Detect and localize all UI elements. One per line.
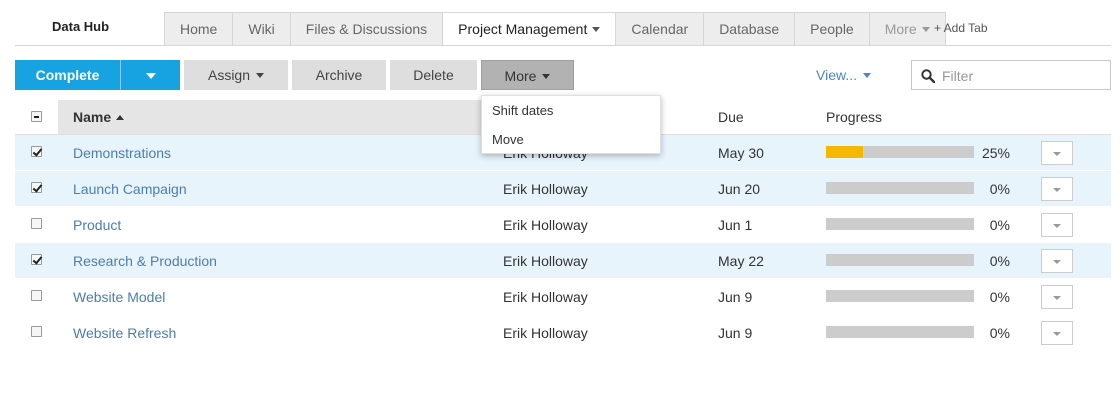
filter-input[interactable]: [942, 67, 1102, 85]
caret-down-icon: [592, 27, 601, 32]
progress-percent: 0%: [989, 253, 1010, 269]
caret-down-icon: [145, 73, 156, 79]
tab-label: People: [810, 21, 854, 37]
tab-label: Calendar: [631, 21, 689, 37]
filter-box: [911, 60, 1111, 90]
due-date: Jun 20: [718, 181, 761, 197]
row-menu-button[interactable]: [1041, 213, 1073, 237]
table-row: Website Model Erik Holloway Jun 9 0%: [15, 279, 1111, 315]
delete-button[interactable]: Delete: [390, 60, 477, 90]
row-checkbox[interactable]: [31, 218, 42, 229]
task-name-link[interactable]: Website Model: [73, 289, 165, 305]
progress-bar: [826, 182, 974, 194]
name-column-header[interactable]: Name: [73, 109, 125, 125]
task-name-link[interactable]: Launch Campaign: [73, 181, 187, 197]
progress-bar: [826, 290, 974, 302]
caret-down-icon: [256, 73, 265, 78]
progress-percent: 0%: [989, 289, 1010, 305]
caret-down-icon: [863, 73, 871, 78]
archive-button[interactable]: Archive: [292, 60, 386, 90]
tab-label: Files & Discussions: [305, 21, 428, 37]
due-date: May 30: [718, 145, 764, 161]
task-name-link[interactable]: Website Refresh: [73, 325, 176, 341]
table-row: Product Erik Holloway Jun 1 0%: [15, 207, 1111, 243]
tab-label: Home: [180, 21, 218, 37]
header: Data Hub Home Wiki Files & Discussions P…: [0, 0, 1120, 47]
progress-bar: [826, 146, 974, 158]
progress-percent: 0%: [989, 217, 1010, 233]
owner: Erik Holloway: [503, 181, 588, 197]
tab-home[interactable]: Home: [164, 12, 233, 46]
progress-bar: [826, 254, 974, 266]
assign-button[interactable]: Assign: [184, 60, 288, 90]
tab-database[interactable]: Database: [703, 12, 795, 46]
view-label: View...: [816, 67, 857, 83]
progress-percent: 0%: [989, 181, 1010, 197]
due-column-header[interactable]: Due: [718, 109, 744, 125]
tab-files-discussions[interactable]: Files & Discussions: [289, 12, 443, 46]
tab-label: Database: [719, 21, 780, 37]
row-menu-button[interactable]: [1041, 141, 1073, 165]
due-date: May 22: [718, 253, 764, 269]
caret-down-icon: [542, 74, 551, 79]
row-checkbox[interactable]: [31, 146, 42, 157]
owner: Erik Holloway: [503, 289, 588, 305]
tab-label: More: [884, 21, 917, 37]
tab-label: Wiki: [248, 21, 275, 37]
row-checkbox[interactable]: [31, 290, 42, 301]
assign-label: Assign: [207, 67, 251, 83]
add-tab-link[interactable]: + Add Tab: [934, 21, 988, 35]
due-date: Jun 9: [718, 325, 753, 341]
due-date: Jun 1: [718, 217, 753, 233]
owner: Erik Holloway: [503, 217, 588, 233]
menu-item-move[interactable]: Move: [492, 132, 524, 147]
sort-ascending-icon: [116, 115, 125, 120]
tab-people[interactable]: People: [794, 12, 869, 46]
task-name-link[interactable]: Product: [73, 217, 121, 233]
row-checkbox[interactable]: [31, 326, 42, 337]
divider: [15, 45, 1111, 46]
select-all-checkbox[interactable]: [31, 111, 42, 122]
caret-down-icon: [921, 27, 930, 32]
tab-label: Project Management: [458, 21, 588, 37]
complete-dropdown-button[interactable]: [121, 60, 180, 90]
progress-bar: [826, 218, 974, 230]
tab-wiki[interactable]: Wiki: [232, 12, 290, 46]
menu-item-shift-dates[interactable]: Shift dates: [492, 103, 553, 118]
row-menu-button[interactable]: [1041, 285, 1073, 309]
more-button[interactable]: More: [481, 60, 574, 90]
task-name-link[interactable]: Research & Production: [73, 253, 217, 269]
table-row: Website Refresh Erik Holloway Jun 9 0%: [15, 315, 1111, 351]
table-row: Launch Campaign Erik Holloway Jun 20 0%: [15, 171, 1111, 207]
row-menu-button[interactable]: [1041, 249, 1073, 273]
table-row: Research & Production Erik Holloway May …: [15, 243, 1111, 279]
progress-bar: [826, 326, 974, 338]
row-menu-button[interactable]: [1041, 321, 1073, 345]
column-label: Name: [73, 109, 112, 125]
task-name-link[interactable]: Demonstrations: [73, 145, 171, 161]
tab-bar: Home Wiki Files & Discussions Project Ma…: [164, 12, 946, 47]
app-title: Data Hub: [52, 19, 110, 34]
row-checkbox[interactable]: [31, 254, 42, 265]
row-checkbox[interactable]: [31, 182, 42, 193]
owner: Erik Holloway: [503, 325, 588, 341]
view-menu-link[interactable]: View...: [816, 67, 871, 83]
progress-fill: [826, 146, 863, 158]
complete-button[interactable]: Complete: [15, 60, 120, 90]
due-date: Jun 9: [718, 289, 753, 305]
more-label: More: [504, 68, 537, 84]
progress-percent: 25%: [981, 145, 1010, 161]
tab-project-management[interactable]: Project Management: [442, 12, 616, 47]
owner: Erik Holloway: [503, 253, 588, 269]
progress-percent: 0%: [989, 325, 1010, 341]
name-column-header-bg: [58, 100, 525, 134]
row-menu-button[interactable]: [1041, 177, 1073, 201]
tab-calendar[interactable]: Calendar: [615, 12, 704, 46]
more-dropdown-menu: Shift dates Move: [481, 95, 661, 154]
search-icon: [921, 69, 935, 83]
progress-column-header[interactable]: Progress: [826, 109, 882, 125]
